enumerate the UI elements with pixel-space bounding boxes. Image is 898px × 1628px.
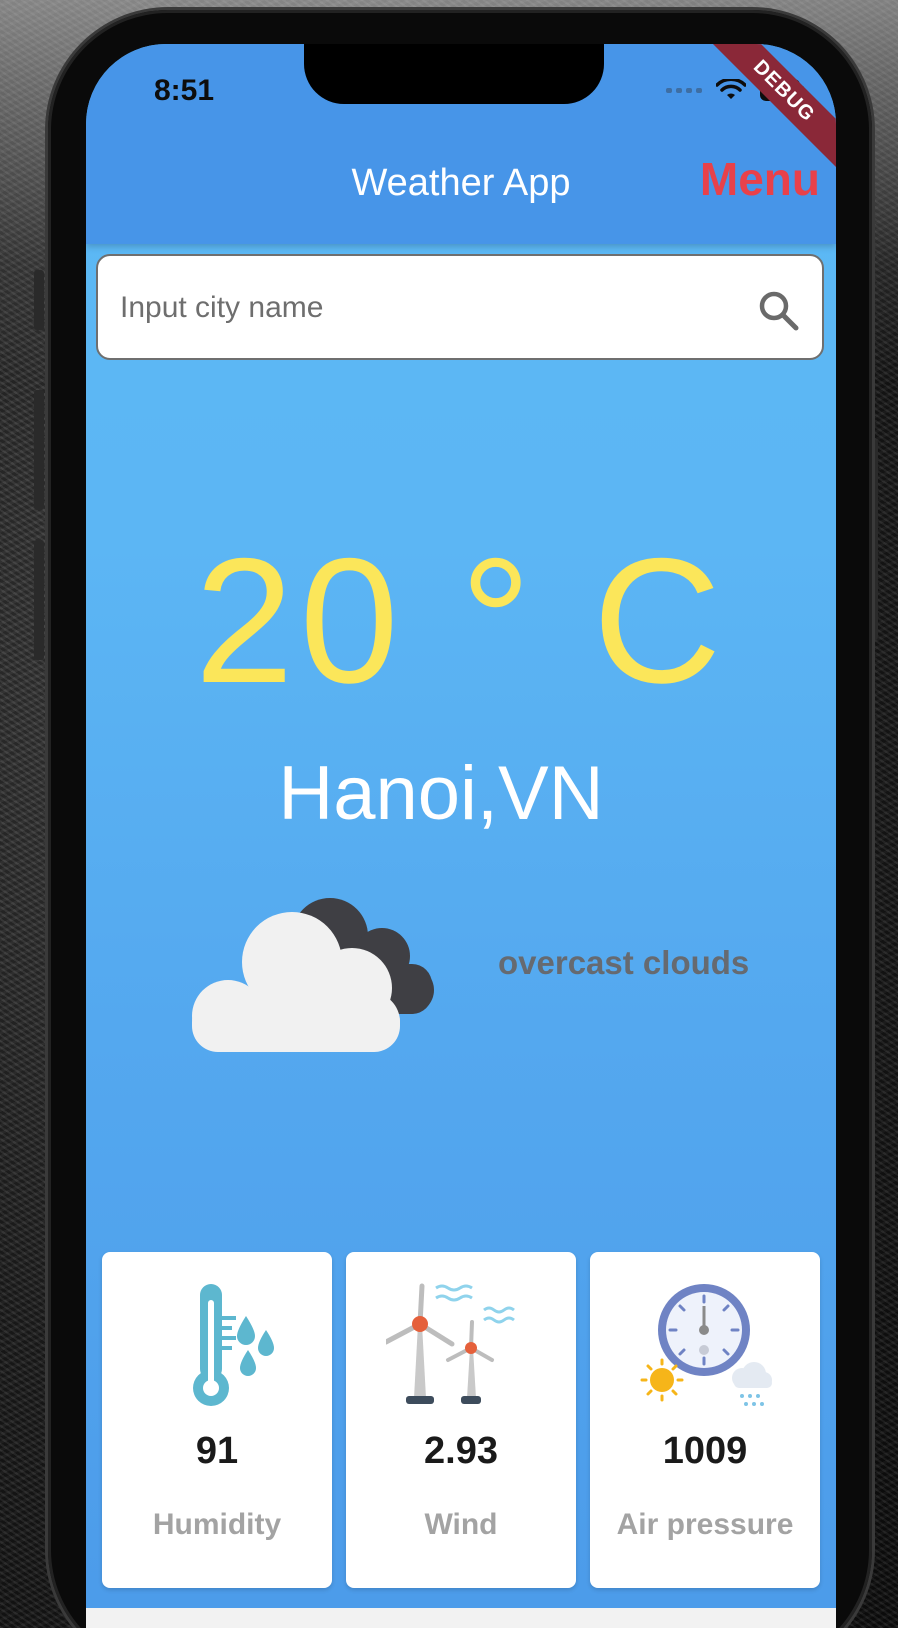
city-name: Hanoi,VN [278,751,604,836]
city-search-field[interactable] [96,254,824,360]
bottom-bar [86,1608,836,1628]
phone-side-button [34,270,44,330]
city-search-input[interactable] [118,274,722,342]
search-icon[interactable] [756,288,800,332]
thermometer-droplets-icon [193,1284,274,1406]
weather-description: overcast clouds [498,944,750,981]
cellular-signal-icon [666,87,702,93]
overcast-clouds-icon [192,898,434,1052]
weather-stats: 91 Humidity 2.93 Wind 1009 Air pressure [102,1252,820,1588]
phone-side-button [34,540,44,660]
app-bar: 8:51 DEBUG Weather App Menu [86,44,836,244]
air-pressure-label: Air pressure [616,1508,794,1541]
phone-notch [304,44,604,104]
air-pressure-card: 1009 Air pressure [590,1252,820,1588]
status-time: 8:51 [154,74,215,107]
air-pressure-value: 1009 [662,1430,748,1472]
wind-label: Wind [424,1508,498,1541]
wind-value: 2.93 [424,1430,498,1472]
barometer-icon [640,1284,772,1406]
wind-turbines-icon [386,1283,515,1404]
phone-side-button [34,390,44,510]
app-screen: 8:51 DEBUG Weather App Menu 20 ° C Hanoi… [86,44,836,1628]
wind-card: 2.93 Wind [346,1252,576,1588]
humidity-label: Humidity [152,1508,282,1541]
humidity-value: 91 [195,1430,239,1472]
temperature-value: 20 ° C [194,521,728,720]
humidity-card: 91 Humidity [102,1252,332,1588]
menu-button[interactable]: Menu [700,152,820,206]
